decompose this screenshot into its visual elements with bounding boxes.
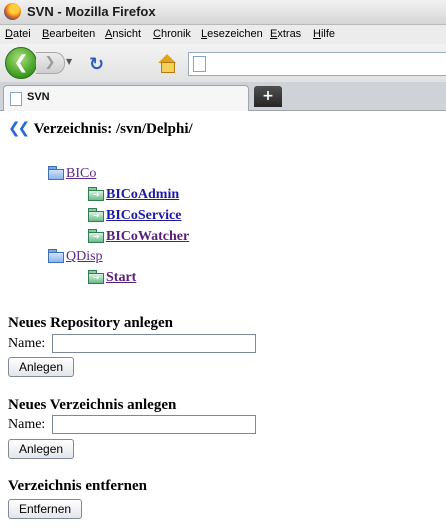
- menu-hilfe[interactable]: Hilfe: [313, 28, 335, 40]
- menu-ansicht[interactable]: Ansicht: [105, 28, 141, 40]
- new-repository-title: Neues Repository anlegen: [8, 315, 173, 331]
- repo-link[interactable]: BICoAdmin: [106, 187, 179, 202]
- tree-folder-bico[interactable]: BICo: [48, 164, 96, 184]
- navigation-toolbar: ❮ ❯ ▼ ↻: [0, 44, 446, 83]
- folder-link[interactable]: QDisp: [66, 249, 103, 264]
- tree-repo-bicowatcher[interactable]: ➜ BICoWatcher: [88, 227, 189, 247]
- window-title: SVN - Mozilla Firefox: [27, 4, 156, 19]
- dir-name-label: Name:: [8, 417, 46, 432]
- directory-heading: ❮❮ Verzeichnis: /svn/Delphi/: [8, 119, 193, 138]
- address-bar[interactable]: [188, 52, 446, 76]
- tab-strip: SVN +: [0, 82, 446, 111]
- repository-icon: ➜: [88, 187, 104, 201]
- tree-repo-start[interactable]: ➜ Start: [88, 268, 136, 288]
- parent-directory-icon[interactable]: ❮❮: [8, 119, 30, 137]
- menu-bearbeiten[interactable]: Bearbeiten: [42, 28, 95, 40]
- create-repository-button[interactable]: Anlegen: [8, 357, 75, 377]
- tab-svn[interactable]: SVN: [3, 85, 249, 111]
- repo-name-label: Name:: [8, 336, 46, 351]
- repository-icon: ➜: [88, 208, 104, 222]
- tab-label: SVN: [27, 91, 50, 103]
- title-bar: SVN - Mozilla Firefox: [0, 0, 446, 25]
- create-directory-button[interactable]: Anlegen: [8, 439, 75, 459]
- history-dropdown-icon[interactable]: ▼: [66, 57, 72, 66]
- menu-lesezeichen[interactable]: Lesezeichen: [201, 28, 263, 40]
- repo-name-input[interactable]: [52, 334, 256, 353]
- folder-icon: [48, 249, 64, 263]
- repository-icon: ➜: [88, 229, 104, 243]
- menu-chronik[interactable]: Chronik: [153, 28, 191, 40]
- repository-icon: ➜: [88, 270, 104, 284]
- menu-bar: Datei Bearbeiten Ansicht Chronik Lesezei…: [0, 25, 446, 44]
- menu-datei[interactable]: Datei: [5, 28, 31, 40]
- remove-directory-title: Verzeichnis entfernen: [8, 478, 147, 494]
- page-content: ❮❮ Verzeichnis: /svn/Delphi/ BICo ➜ BICoA…: [0, 111, 446, 527]
- forward-button[interactable]: ❯: [36, 52, 65, 74]
- back-arrow-icon: ❮: [13, 52, 29, 73]
- folder-link[interactable]: BICo: [66, 166, 96, 181]
- back-button[interactable]: ❮: [5, 47, 37, 79]
- tree-repo-bicoadmin[interactable]: ➜ BICoAdmin: [88, 185, 179, 205]
- repo-link[interactable]: Start: [106, 270, 136, 285]
- repo-link[interactable]: BICoWatcher: [106, 229, 189, 244]
- new-directory-title: Neues Verzeichnis anlegen: [8, 397, 177, 413]
- reload-icon[interactable]: ↻: [89, 54, 104, 75]
- tree-folder-qdisp[interactable]: QDisp: [48, 247, 103, 267]
- firefox-logo-icon: [4, 3, 21, 20]
- tree-repo-bicoservice[interactable]: ➜ BICoService: [88, 206, 181, 226]
- page-favicon-icon: [10, 92, 22, 106]
- home-icon[interactable]: [158, 54, 176, 73]
- dir-name-input[interactable]: [52, 415, 256, 434]
- folder-icon: [48, 166, 64, 180]
- new-tab-button[interactable]: +: [254, 86, 282, 107]
- page-icon: [193, 56, 206, 72]
- directory-path: Verzeichnis: /svn/Delphi/: [33, 121, 193, 137]
- forward-arrow-icon: ❯: [44, 55, 56, 70]
- repo-link[interactable]: BICoService: [106, 208, 181, 223]
- remove-directory-button[interactable]: Entfernen: [8, 499, 83, 519]
- menu-extras[interactable]: Extras: [270, 28, 301, 40]
